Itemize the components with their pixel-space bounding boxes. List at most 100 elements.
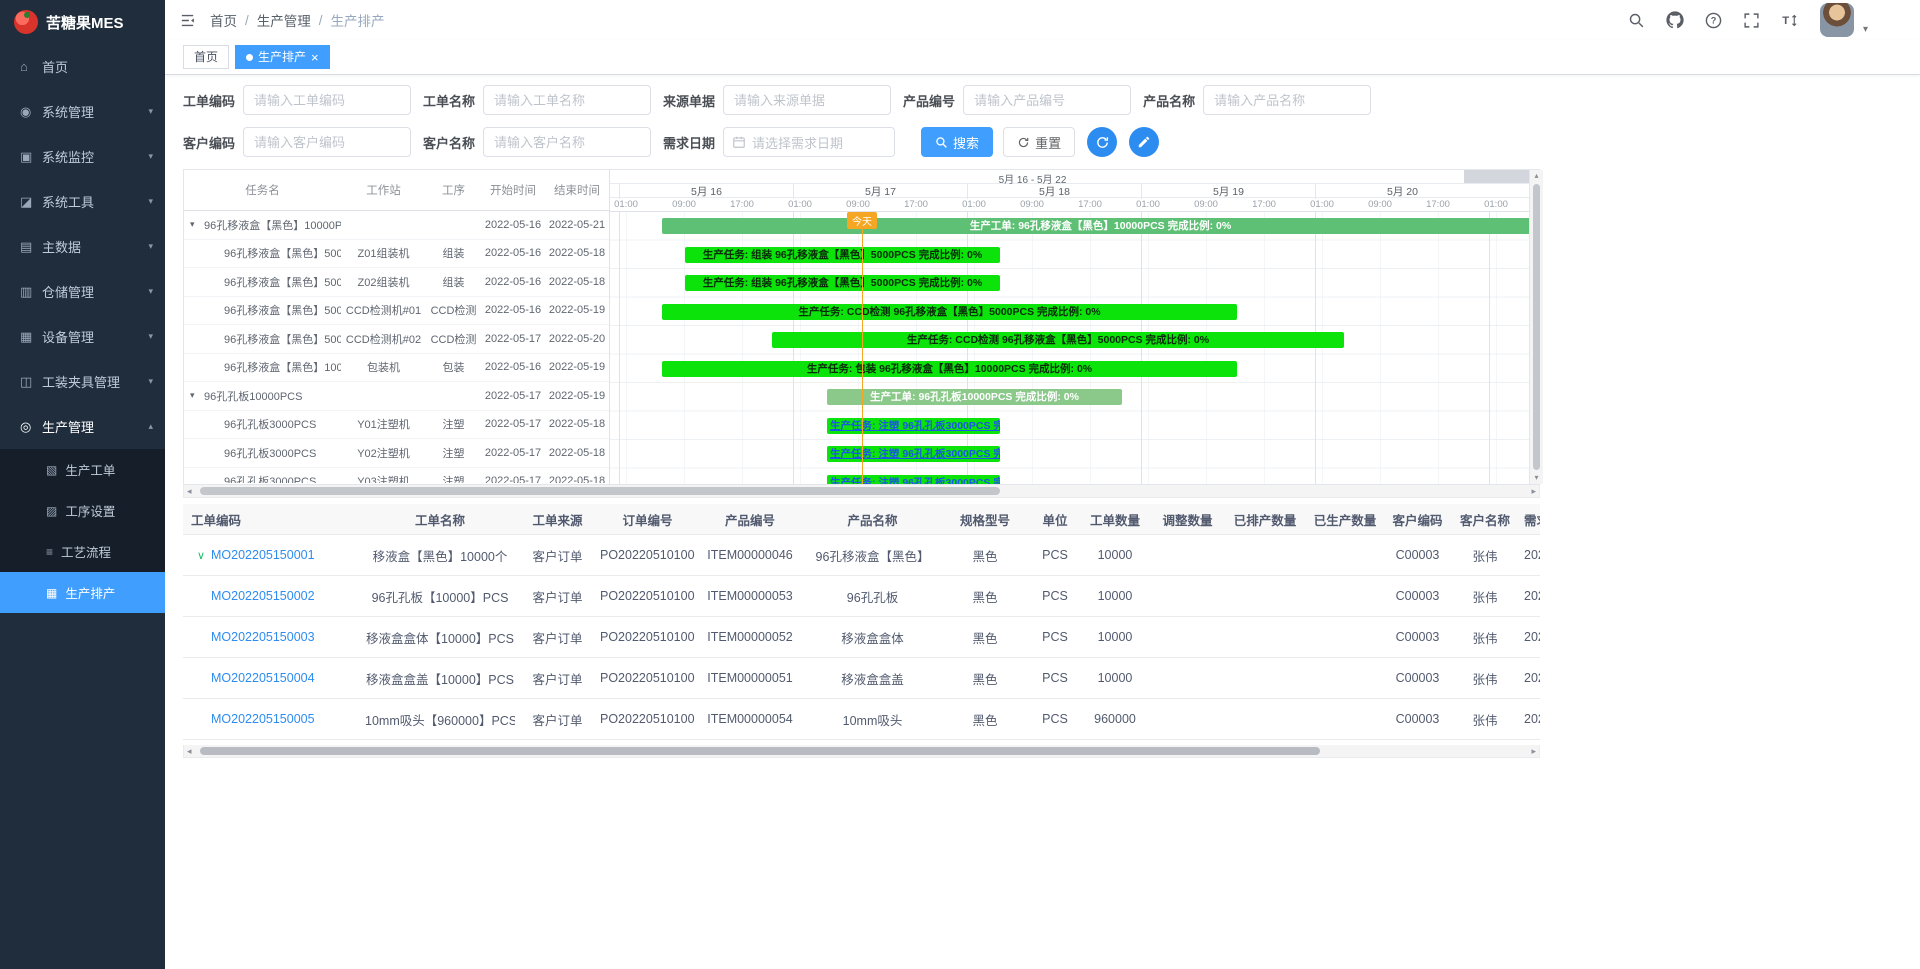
order-link[interactable]: MO202205150005 (211, 712, 315, 726)
gantt-task-row[interactable]: 96孔移液盒【黑色】10000PCS 包装机 包装 2022-05-16 202… (184, 354, 609, 383)
order-link[interactable]: MO202205150004 (211, 671, 315, 685)
sidebar-subitem[interactable]: ▨ 工序设置 (0, 490, 165, 531)
gantt-task-row[interactable]: 96孔移液盒【黑色】5000PCS CCD检测机#01 CCD检测 2022-0… (184, 297, 609, 326)
task-name: 96孔移液盒【黑色】10000PCS (204, 217, 341, 233)
row-expand-caret-icon[interactable]: ∨ (191, 549, 211, 562)
sidebar-item[interactable]: ⌂ 首页 (0, 44, 165, 89)
sidebar-item[interactable]: ▦ 设备管理 ▾ (0, 314, 165, 359)
gantt-horizontal-scrollbar[interactable]: ◂ ▸ (183, 485, 1540, 498)
scroll-left-arrow-icon[interactable]: ◂ (187, 747, 192, 756)
svg-text:T: T (1782, 15, 1789, 27)
gantt-task-row[interactable]: ▾ 96孔孔板10000PCS 2022-05-17 2022-05-19 (184, 382, 609, 411)
help-icon[interactable]: ? (1705, 12, 1722, 29)
cell-adjust-qty (1150, 535, 1225, 576)
task-workstation: Z02组装机 (341, 274, 426, 290)
sidebar-item[interactable]: ◫ 工装夹具管理 ▾ (0, 359, 165, 404)
sidebar-toggle-icon[interactable] (179, 12, 196, 29)
gantt-task-row[interactable]: 96孔孔板3000PCS Y03注塑机 注塑 2022-05-17 2022-0… (184, 468, 609, 484)
table-row[interactable]: MO202205150002 96孔孔板【10000】PCS 客户订单 PO20… (183, 576, 1540, 617)
cell-unit: PCS (1030, 658, 1080, 699)
order-link[interactable]: MO202205150003 (211, 630, 315, 644)
gantt-bar[interactable]: 生产任务: 组装 96孔移液盒【黑色】5000PCS 完成比例: 0% (685, 275, 1000, 291)
table-row[interactable]: MO202205150004 移液盒盒盖【10000】PCS 客户订单 PO20… (183, 658, 1540, 699)
scroll-down-arrow-icon[interactable]: ▾ (1534, 472, 1538, 484)
gantt-bar[interactable]: 生产工单: 96孔移液盒【黑色】10000PCS 完成比例: 0% (662, 218, 1529, 234)
app-logo[interactable]: 苦糖果MES (0, 0, 165, 44)
gantt-bar[interactable]: 生产任务: 注塑 96孔孔板3000PCS 完成比例: 0% (827, 446, 1000, 462)
cell-order-name: 10mm吸头【960000】PCS (365, 699, 515, 740)
task-name: 96孔孔板10000PCS (204, 388, 302, 404)
order-link[interactable]: MO202205150002 (211, 589, 315, 603)
sidebar-subitem[interactable]: ▧ 生产工单 (0, 449, 165, 490)
search-button[interactable]: 搜索 (921, 127, 993, 157)
gantt-bar[interactable]: 生产任务: CCD检测 96孔移液盒【黑色】5000PCS 完成比例: 0% (662, 304, 1237, 320)
gantt-bar[interactable]: 生产任务: 包装 96孔移液盒【黑色】10000PCS 完成比例: 0% (662, 361, 1237, 377)
fullscreen-icon[interactable] (1743, 12, 1760, 29)
avatar[interactable] (1820, 3, 1854, 37)
gantt-bar[interactable]: 生产工单: 96孔孔板10000PCS 完成比例: 0% (827, 389, 1122, 405)
order-link[interactable]: MO202205150001 (211, 548, 315, 562)
gantt-task-row[interactable]: 96孔移液盒【黑色】5000PCS Z01组装机 组装 2022-05-16 2… (184, 240, 609, 269)
scroll-up-arrow-icon[interactable]: ▴ (1534, 170, 1538, 182)
table-row[interactable]: MO202205150003 移液盒盒体【10000】PCS 客户订单 PO20… (183, 617, 1540, 658)
sidebar-item[interactable]: ▣ 系统监控 ▾ (0, 134, 165, 179)
close-icon[interactable]: × (311, 51, 319, 64)
gantt-task-row[interactable]: ▾ 96孔移液盒【黑色】10000PCS 2022-05-16 2022-05-… (184, 211, 609, 240)
sidebar-item[interactable]: ◪ 系统工具 ▾ (0, 179, 165, 224)
filter-input[interactable] (1203, 85, 1371, 115)
sidebar-item[interactable]: ▤ 主数据 ▾ (0, 224, 165, 269)
scroll-right-arrow-icon[interactable]: ▸ (1531, 487, 1536, 496)
gantt-bar[interactable]: 生产任务: 注塑 96孔孔板3000PCS 完成比例: 0% (827, 475, 1000, 485)
filter-input[interactable] (483, 85, 651, 115)
tab-production-schedule[interactable]: 生产排产 × (235, 45, 330, 69)
breadcrumb-home[interactable]: 首页 (210, 10, 237, 30)
edit-button[interactable] (1129, 127, 1159, 157)
horizontal-scroll-thumb[interactable] (200, 487, 1000, 495)
gantt-task-row[interactable]: 96孔孔板3000PCS Y02注塑机 注塑 2022-05-17 2022-0… (184, 439, 609, 468)
reset-button[interactable]: 重置 (1003, 127, 1075, 157)
cell-customer-name: 张伟 (1450, 576, 1520, 617)
table-row[interactable]: MO202205150005 10mm吸头【960000】PCS 客户订单 PO… (183, 699, 1540, 740)
sidebar-item-label: 主数据 (42, 237, 148, 256)
breadcrumb: 首页 / 生产管理 / 生产排产 (210, 10, 385, 30)
sidebar-item[interactable]: ◉ 系统管理 ▾ (0, 89, 165, 134)
gantt-task-row[interactable]: 96孔孔板3000PCS Y01注塑机 注塑 2022-05-17 2022-0… (184, 411, 609, 440)
filter-input[interactable] (243, 85, 411, 115)
scroll-right-arrow-icon[interactable]: ▸ (1531, 747, 1536, 756)
gantt-bar[interactable]: 生产任务: CCD检测 96孔移液盒【黑色】5000PCS 完成比例: 0% (772, 332, 1344, 348)
gantt-vertical-scrollbar[interactable]: ▴ ▾ (1529, 170, 1543, 484)
collapse-caret-icon[interactable]: ▾ (190, 219, 204, 230)
sidebar-subitem[interactable]: ≡ 工艺流程 (0, 531, 165, 572)
search-icon[interactable] (1628, 12, 1645, 29)
gantt-task-row[interactable]: 96孔移液盒【黑色】5000PCS CCD检测机#02 CCD检测 2022-0… (184, 325, 609, 354)
github-icon[interactable] (1666, 11, 1684, 29)
filter-input[interactable] (483, 127, 651, 157)
refresh-button[interactable] (1087, 127, 1117, 157)
font-size-icon[interactable]: T (1781, 12, 1799, 29)
filter-input[interactable] (243, 127, 411, 157)
gantt-day-label: 5月 20 (1315, 184, 1489, 199)
scroll-left-arrow-icon[interactable]: ◂ (187, 487, 192, 496)
gantt-task-row[interactable]: 96孔移液盒【黑色】5000PCS Z02组装机 组装 2022-05-16 2… (184, 268, 609, 297)
tab-home[interactable]: 首页 (183, 45, 229, 69)
sidebar-item[interactable]: ◎ 生产管理 ▴ (0, 404, 165, 449)
gantt-hour-label: 01:00 (1484, 199, 1508, 210)
fixture-icon: ◫ (20, 374, 42, 390)
user-menu-caret-icon[interactable]: ▾ (1863, 24, 1868, 37)
cell-spec: 黑色 (940, 699, 1030, 740)
breadcrumb-production-management[interactable]: 生产管理 (257, 10, 311, 30)
horizontal-scroll-thumb[interactable] (200, 747, 1320, 755)
gantt-hour-label: 01:00 (1310, 199, 1334, 210)
sidebar-item[interactable]: ▥ 仓储管理 ▾ (0, 269, 165, 314)
filter-input[interactable] (723, 85, 891, 115)
gantt-bar[interactable]: 生产任务: 组装 96孔移液盒【黑色】5000PCS 完成比例: 0% (685, 247, 1000, 263)
sidebar-subitem[interactable]: ▦ 生产排产 (0, 572, 165, 613)
demand-date-input[interactable]: 请选择需求日期 (723, 127, 895, 157)
filter-input[interactable] (963, 85, 1131, 115)
table-horizontal-scrollbar[interactable]: ◂ ▸ (183, 745, 1540, 758)
collapse-caret-icon[interactable]: ▾ (190, 390, 204, 401)
table-row[interactable]: ∨MO202205150001 移液盒【黑色】10000个 客户订单 PO202… (183, 535, 1540, 576)
filter-label: 产品编号 (903, 91, 955, 110)
vertical-scroll-thumb[interactable] (1533, 184, 1540, 470)
gantt-bar[interactable]: 生产任务: 注塑 96孔孔板3000PCS 完成比例: 0% (827, 418, 1000, 434)
